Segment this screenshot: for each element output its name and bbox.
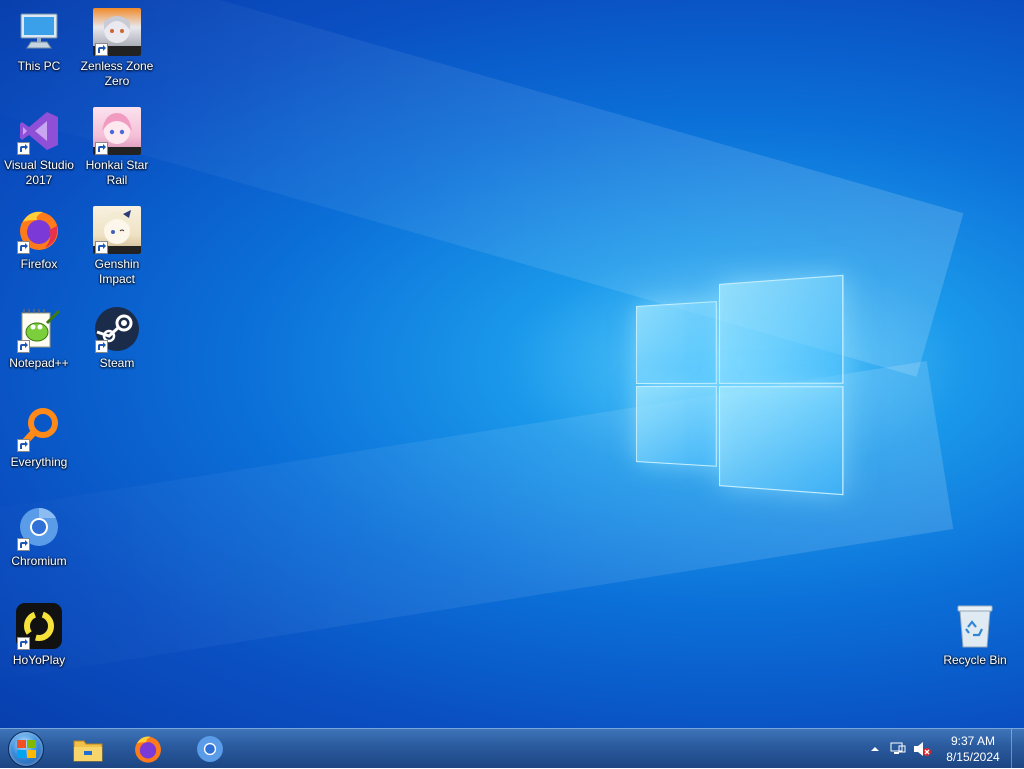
taskbar-firefox-button[interactable]	[118, 731, 178, 767]
shortcut-arrow-icon	[17, 538, 30, 551]
shortcut-arrow-icon	[17, 340, 30, 353]
tray-overflow-button[interactable]	[864, 729, 886, 769]
chevron-up-icon	[870, 745, 880, 753]
system-tray: 9:37 AM 8/15/2024	[864, 729, 1024, 769]
shortcut-arrow-icon	[17, 142, 30, 155]
tray-volume-button[interactable]	[910, 729, 934, 769]
shortcut-arrow-icon	[17, 439, 30, 452]
desktop-icon-label: Steam	[100, 356, 135, 371]
windows-logo-wallpaper	[636, 275, 841, 495]
zenless-zone-zero-icon	[93, 8, 141, 56]
shortcut-arrow-icon	[95, 142, 108, 155]
visual-studio-icon	[15, 107, 63, 155]
steam-icon	[93, 305, 141, 353]
desktop-icon-notepad-plus-plus[interactable]: Notepad++	[0, 305, 78, 371]
network-icon	[890, 742, 906, 756]
hoyoplay-icon	[15, 602, 63, 650]
desktop[interactable]: This PC Visual Studio 2017 Firefox Notep…	[0, 0, 1024, 728]
desktop-icon-label: HoYoPlay	[13, 653, 65, 668]
desktop-icon-label: Notepad++	[9, 356, 68, 371]
desktop-icon-label: Everything	[11, 455, 68, 470]
this-pc-icon	[15, 8, 63, 56]
desktop-icon-steam[interactable]: Steam	[78, 305, 156, 371]
show-desktop-button[interactable]	[1011, 729, 1024, 769]
desktop-icon-genshin-impact[interactable]: Genshin Impact	[78, 206, 156, 287]
notepad-plus-plus-icon	[15, 305, 63, 353]
desktop-icon-label: Visual Studio 2017	[4, 158, 74, 188]
volume-muted-icon	[913, 741, 931, 757]
desktop-icon-hoyoplay[interactable]: HoYoPlay	[0, 602, 78, 668]
clock-time: 9:37 AM	[942, 733, 1004, 749]
desktop-icon-visual-studio[interactable]: Visual Studio 2017	[0, 107, 78, 188]
desktop-icon-firefox[interactable]: Firefox	[0, 206, 78, 272]
desktop-icon-chromium[interactable]: Chromium	[0, 503, 78, 569]
recycle-bin-icon	[951, 602, 999, 650]
firefox-icon	[15, 206, 63, 254]
shortcut-arrow-icon	[95, 241, 108, 254]
desktop-icon-label: Chromium	[11, 554, 66, 569]
chromium-icon	[195, 734, 225, 764]
desktop-icon-label: Firefox	[21, 257, 58, 272]
desktop-icon-honkai-star-rail[interactable]: Honkai Star Rail	[78, 107, 156, 188]
shortcut-arrow-icon	[95, 340, 108, 353]
file-explorer-icon	[73, 736, 103, 762]
shortcut-arrow-icon	[95, 43, 108, 56]
genshin-impact-icon	[93, 206, 141, 254]
tray-network-button[interactable]	[886, 729, 910, 769]
desktop-icon-label: This PC	[18, 59, 61, 74]
taskbar-chromium-button[interactable]	[180, 731, 240, 767]
desktop-icon-label: Genshin Impact	[95, 257, 140, 287]
shortcut-arrow-icon	[17, 241, 30, 254]
shortcut-arrow-icon	[17, 637, 30, 650]
desktop-icon-label: Honkai Star Rail	[86, 158, 149, 188]
taskbar: 9:37 AM 8/15/2024	[0, 728, 1024, 768]
firefox-icon	[133, 734, 163, 764]
desktop-icon-label: Recycle Bin	[943, 653, 1006, 668]
desktop-icon-zenless-zone-zero[interactable]: Zenless Zone Zero	[78, 8, 156, 89]
chromium-icon	[15, 503, 63, 551]
desktop-icon-everything[interactable]: Everything	[0, 404, 78, 470]
honkai-star-rail-icon	[93, 107, 141, 155]
start-button[interactable]	[4, 730, 48, 768]
clock-date: 8/15/2024	[942, 749, 1004, 765]
desktop-icon-this-pc[interactable]: This PC	[0, 8, 78, 74]
windows-orb-icon	[8, 731, 44, 767]
desktop-icon-recycle-bin[interactable]: Recycle Bin	[936, 602, 1014, 668]
desktop-icon-label: Zenless Zone Zero	[81, 59, 154, 89]
taskbar-file-explorer-button[interactable]	[58, 731, 118, 767]
everything-icon	[15, 404, 63, 452]
clock[interactable]: 9:37 AM 8/15/2024	[942, 729, 1004, 769]
